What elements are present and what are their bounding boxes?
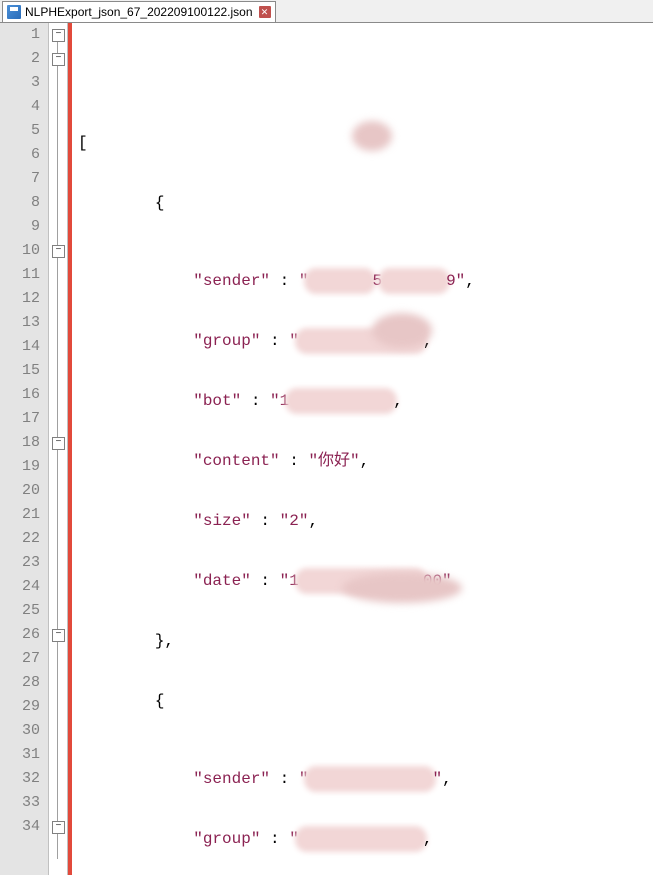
key: "group" [193,830,260,848]
smudge [342,573,462,603]
key: "group" [193,332,260,350]
redacted [310,274,370,288]
smudge [372,313,432,348]
fold-toggle[interactable]: − [52,29,65,42]
key: "bot" [193,392,241,410]
line-number: 17 [0,407,48,431]
fold-toggle[interactable]: − [52,437,65,450]
line-number: 2 [0,47,48,71]
line-number: 19 [0,455,48,479]
key: "sender" [193,272,270,290]
close-icon[interactable]: ✕ [259,6,271,18]
save-icon [7,5,21,19]
line-number: 21 [0,503,48,527]
line-number: 29 [0,695,48,719]
smudge [352,121,392,151]
line-number: 9 [0,215,48,239]
file-tab[interactable]: NLPHExport_json_67_202209100122.json ✕ [2,1,276,22]
line-number: 15 [0,359,48,383]
fold-margin: − − − − − − [49,23,68,875]
key: "content" [193,452,279,470]
editor: 1234567891011121314151617181920212223242… [0,23,653,875]
value: "2" [280,512,309,530]
fold-toggle[interactable]: − [52,53,65,66]
line-number: 20 [0,479,48,503]
line-number: 30 [0,719,48,743]
redacted [384,274,444,288]
line-number: 13 [0,311,48,335]
redacted [301,832,421,846]
line-number: 28 [0,671,48,695]
value: "你好" [308,452,359,470]
line-number: 16 [0,383,48,407]
bracket-open: [ [78,134,88,152]
line-number: 1 [0,23,48,47]
line-number: 18 [0,431,48,455]
line-number: 22 [0,527,48,551]
line-number: 23 [0,551,48,575]
brace-open: { [155,692,165,710]
line-number: 33 [0,791,48,815]
fold-toggle[interactable]: − [52,821,65,834]
brace-close: }, [155,632,174,650]
brace-open: { [155,194,165,212]
line-number: 34 [0,815,48,839]
fold-toggle[interactable]: − [52,629,65,642]
line-number: 27 [0,647,48,671]
line-number: 25 [0,599,48,623]
tab-filename: NLPHExport_json_67_202209100122.json [25,5,253,19]
line-number: 4 [0,95,48,119]
line-number: 14 [0,335,48,359]
line-number: 10 [0,239,48,263]
line-number: 32 [0,767,48,791]
key: "date" [193,572,251,590]
line-number: 31 [0,743,48,767]
key: "sender" [193,770,270,788]
line-number: 24 [0,575,48,599]
key: "size" [193,512,251,530]
line-number: 3 [0,71,48,95]
code-area[interactable]: [ { "sender" : "59", "group" : ", "bot" … [72,23,653,875]
fold-toggle[interactable]: − [52,245,65,258]
line-number: 26 [0,623,48,647]
tab-bar: NLPHExport_json_67_202209100122.json ✕ [0,0,653,23]
line-number: 6 [0,143,48,167]
redacted [291,394,391,408]
line-number-gutter: 1234567891011121314151617181920212223242… [0,23,49,875]
line-number: 7 [0,167,48,191]
line-number: 8 [0,191,48,215]
line-number: 12 [0,287,48,311]
redacted [310,772,430,786]
line-number: 5 [0,119,48,143]
line-number: 11 [0,263,48,287]
